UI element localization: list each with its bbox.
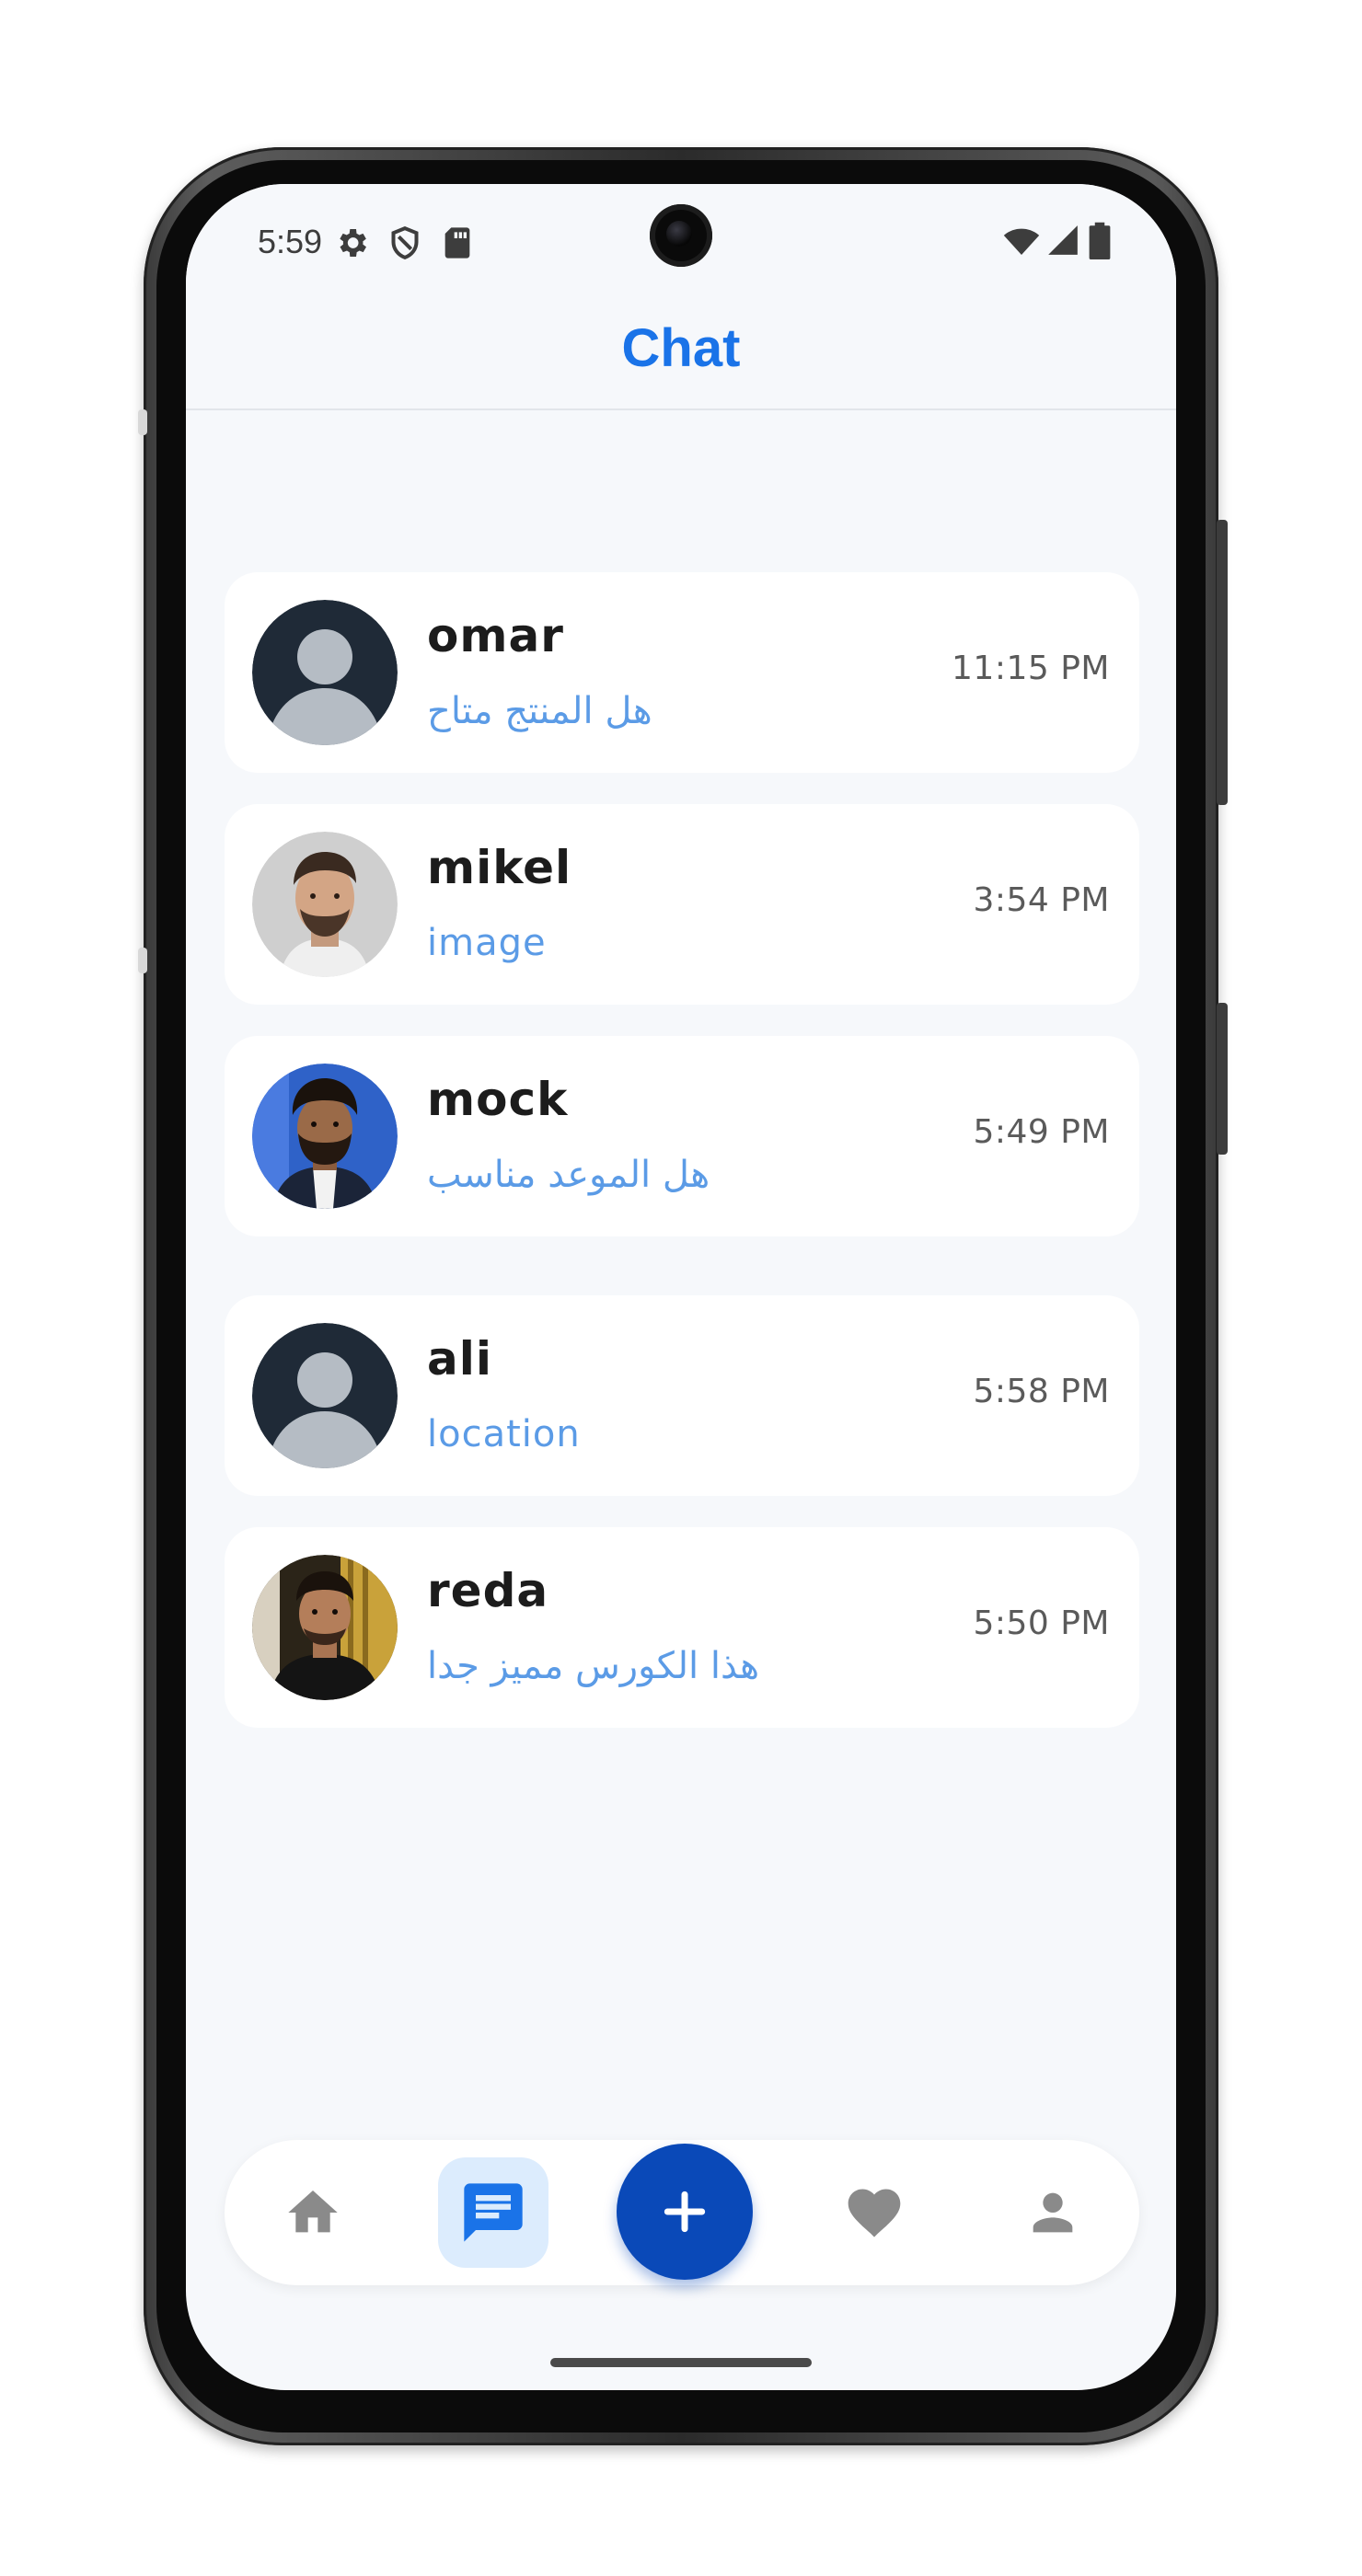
status-bar: 5:59 <box>186 184 1176 304</box>
user-avatar-photo <box>252 832 398 977</box>
contact-name: mikel <box>427 841 572 894</box>
heart-icon <box>848 2189 901 2237</box>
nav-home-button[interactable] <box>258 2157 368 2268</box>
settings-icon <box>340 229 366 257</box>
contact-name: ali <box>427 1332 493 1386</box>
side-marker <box>138 409 147 435</box>
front-camera <box>650 204 712 267</box>
last-message: هل الموعد مناسب <box>427 1154 710 1196</box>
default-avatar-icon <box>252 1323 398 1468</box>
page-title: Chat <box>621 317 741 378</box>
last-message: image <box>427 922 547 964</box>
last-message: هذا الكورس مميز جدا <box>427 1645 760 1687</box>
last-message: location <box>427 1413 581 1455</box>
chat-list-item[interactable]: reda هذا الكورس مميز جدا 5:50 PM <box>225 1527 1139 1728</box>
nav-profile-button[interactable] <box>998 2157 1108 2268</box>
contact-name: omar <box>427 609 564 662</box>
volume-button <box>1217 1003 1228 1155</box>
chat-list-item[interactable]: omar هل المنتج متاح 11:15 PM <box>225 572 1139 773</box>
sd-card-icon <box>444 227 470 259</box>
app-screen: 5:59 Chat omar هل المنتج متاح 11:15 PM m… <box>186 184 1176 2390</box>
status-time: 5:59 <box>258 223 323 260</box>
contact-name: mock <box>427 1073 569 1126</box>
message-time: 5:50 PM <box>973 1604 1110 1642</box>
chat-list-item[interactable]: mock هل الموعد مناسب 5:49 PM <box>225 1036 1139 1236</box>
nav-chat-button[interactable] <box>438 2157 548 2268</box>
bottom-navigation <box>225 2140 1139 2285</box>
contact-name: reda <box>427 1564 549 1617</box>
message-time: 11:15 PM <box>952 650 1110 687</box>
app-header: Chat <box>186 304 1176 410</box>
home-icon <box>288 2191 338 2233</box>
signal-icon <box>1048 225 1078 255</box>
nav-favorites-button[interactable] <box>819 2157 929 2268</box>
wifi-icon <box>1003 228 1040 255</box>
message-time: 3:54 PM <box>973 881 1110 919</box>
profile-icon <box>1033 2192 1073 2233</box>
default-avatar-icon <box>252 600 398 745</box>
add-button[interactable] <box>617 2144 753 2280</box>
last-message: هل المنتج متاح <box>427 690 652 732</box>
home-indicator[interactable] <box>550 2358 812 2367</box>
message-time: 5:58 PM <box>973 1373 1110 1410</box>
chat-icon <box>464 2183 523 2242</box>
battery-icon <box>1089 222 1111 259</box>
chat-list-item[interactable]: ali location 5:58 PM <box>225 1295 1139 1496</box>
power-button <box>1217 520 1228 805</box>
side-marker <box>138 948 147 973</box>
user-avatar-photo <box>252 1064 398 1209</box>
message-time: 5:49 PM <box>973 1113 1110 1151</box>
add-icon <box>664 2191 706 2233</box>
user-avatar-photo <box>252 1555 398 1700</box>
chat-list-item[interactable]: mikel image 3:54 PM <box>225 804 1139 1005</box>
shield-icon <box>391 226 419 259</box>
